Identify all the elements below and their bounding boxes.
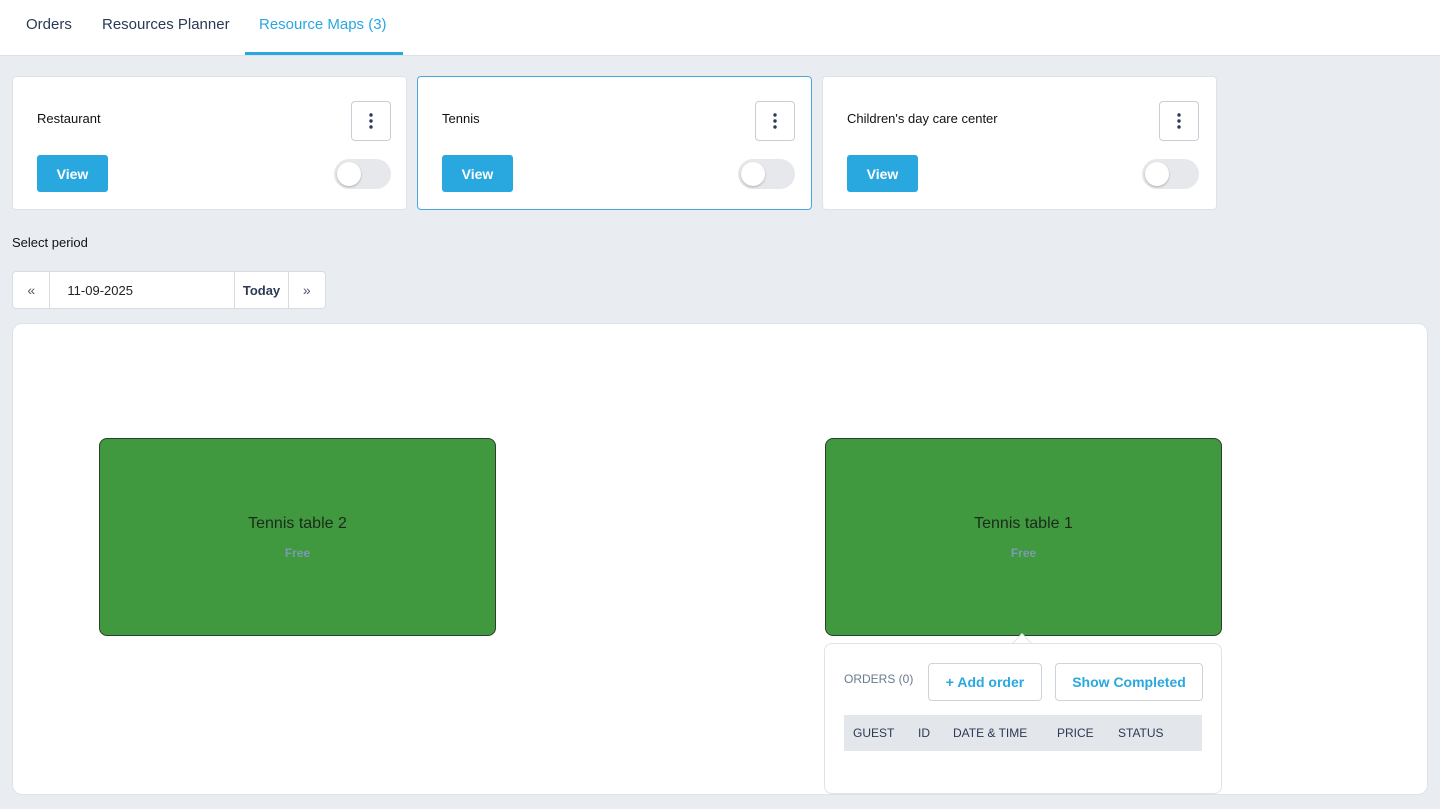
next-period-button[interactable]: »	[289, 272, 325, 308]
column-header-price[interactable]: PRICE	[1057, 726, 1094, 740]
map-card-title: Tennis	[442, 111, 480, 126]
more-options-button[interactable]	[755, 101, 795, 141]
map-card-tennis[interactable]: Tennis View	[417, 76, 812, 210]
orders-count-label: ORDERS (0)	[844, 672, 914, 686]
resource-status: Free	[284, 546, 311, 560]
more-options-button[interactable]	[1159, 101, 1199, 141]
top-nav: Orders Resources Planner Resource Maps (…	[0, 0, 1440, 56]
select-period-label: Select period	[12, 235, 88, 250]
column-header-guest[interactable]: GUEST	[853, 726, 894, 740]
map-enabled-toggle[interactable]	[1142, 159, 1199, 189]
map-card-restaurant[interactable]: Restaurant View	[12, 76, 407, 210]
show-completed-button[interactable]: Show Completed	[1055, 663, 1203, 701]
resource-name: Tennis table 2	[248, 515, 347, 532]
kebab-menu-icon	[1177, 113, 1181, 129]
kebab-menu-icon	[773, 113, 777, 129]
view-button[interactable]: View	[442, 155, 513, 192]
view-button[interactable]: View	[847, 155, 918, 192]
resource-tennis-table-1[interactable]: Tennis table 1 Free	[825, 438, 1222, 636]
view-button[interactable]: View	[37, 155, 108, 192]
tab-orders[interactable]: Orders	[26, 0, 72, 56]
map-enabled-toggle[interactable]	[334, 159, 391, 189]
tab-resources-planner[interactable]: Resources Planner	[102, 0, 230, 56]
kebab-menu-icon	[369, 113, 373, 129]
map-card-childrens-day-care[interactable]: Children's day care center View	[822, 76, 1217, 210]
column-header-id[interactable]: ID	[918, 726, 930, 740]
toggle-knob	[337, 162, 361, 186]
active-tab-indicator	[245, 52, 403, 55]
toggle-knob	[1145, 162, 1169, 186]
column-header-date-time[interactable]: DATE & TIME	[953, 726, 1027, 740]
resource-name: Tennis table 1	[974, 515, 1073, 532]
orders-table-header: GUEST ID DATE & TIME PRICE STATUS	[844, 715, 1202, 751]
map-card-title: Restaurant	[37, 111, 101, 126]
column-header-status[interactable]: STATUS	[1118, 726, 1164, 740]
tab-resource-maps[interactable]: Resource Maps (3)	[259, 0, 387, 56]
toggle-knob	[741, 162, 765, 186]
date-input[interactable]	[49, 272, 236, 308]
more-options-button[interactable]	[351, 101, 391, 141]
date-navigator: « Today »	[12, 271, 326, 309]
map-enabled-toggle[interactable]	[738, 159, 795, 189]
previous-period-button[interactable]: «	[13, 272, 49, 308]
resource-status: Free	[1010, 546, 1037, 560]
add-order-button[interactable]: + Add order	[928, 663, 1042, 701]
orders-popover: ORDERS (0) + Add order Show Completed GU…	[824, 643, 1222, 794]
resource-tennis-table-2[interactable]: Tennis table 2 Free	[99, 438, 496, 636]
today-button[interactable]: Today	[235, 272, 289, 308]
map-card-title: Children's day care center	[847, 111, 998, 126]
